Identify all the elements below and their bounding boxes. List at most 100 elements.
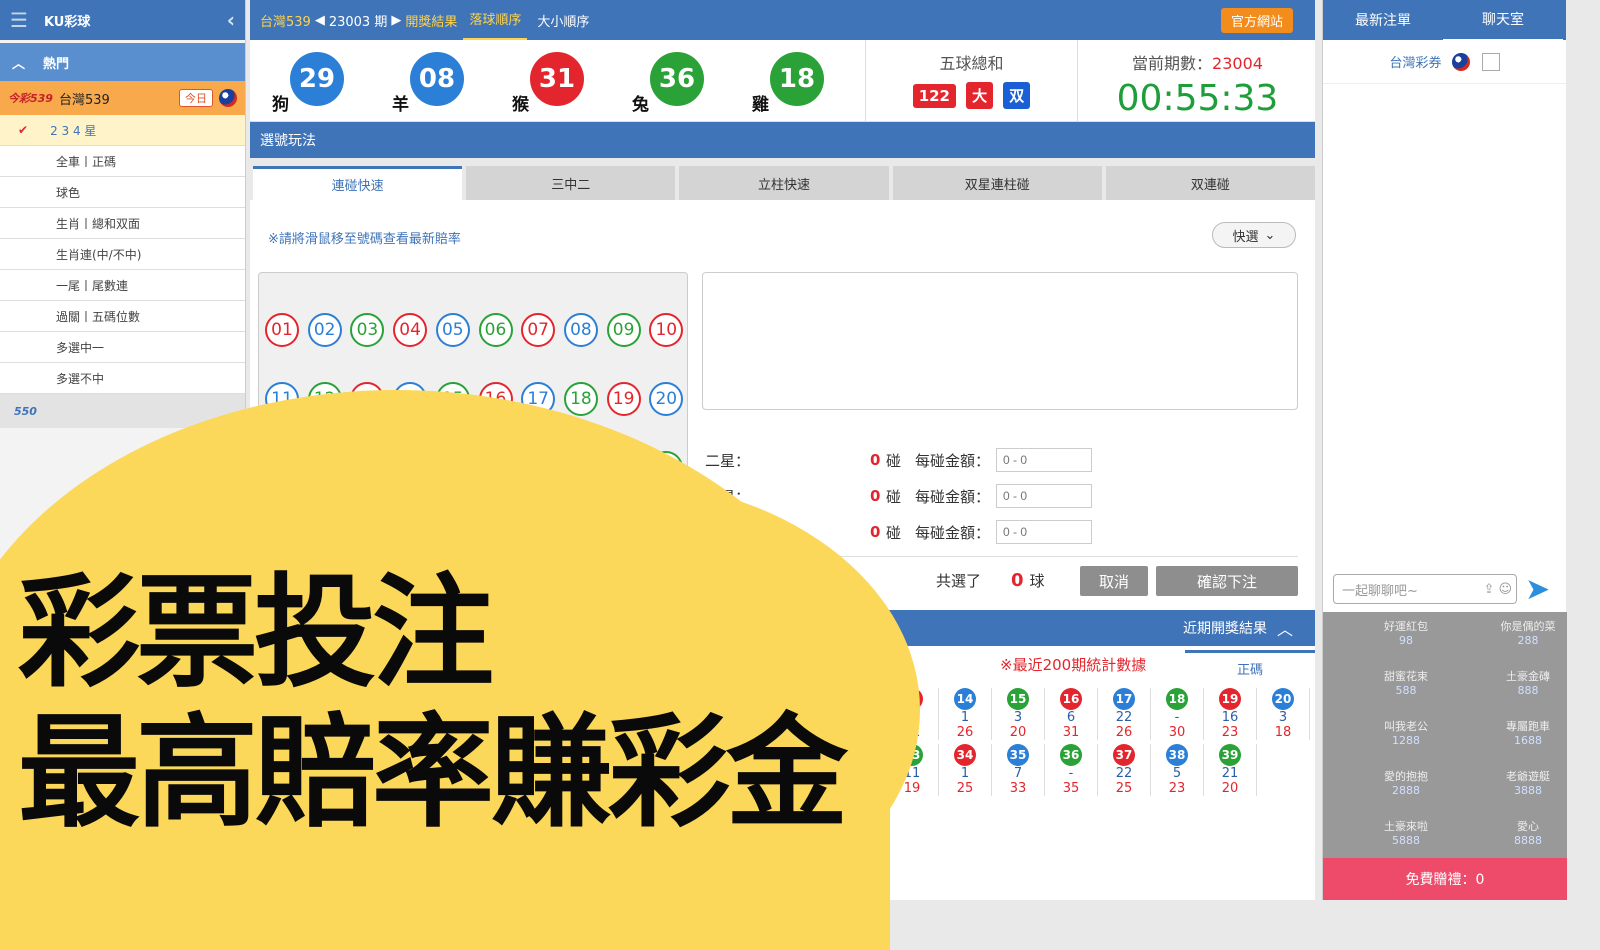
tab-chat-room[interactable]: 聊天室 bbox=[1443, 0, 1563, 42]
number-ball[interactable]: 04 bbox=[393, 313, 428, 347]
official-site-button[interactable]: 官方網站 bbox=[1220, 7, 1293, 33]
latest-results: 29 狗 08 羊 31 猴 36 兔 18 雞 五球總和 122 大 双 當前期數：23004 … bbox=[250, 40, 1315, 122]
stats-row: 331119341253573336-3537222538523392120 bbox=[886, 744, 1310, 796]
sidebar-item[interactable]: ✔ 2 3 4 星 bbox=[0, 115, 245, 146]
play-tab[interactable]: 双星連柱碰 bbox=[892, 166, 1102, 200]
stat-ball: 38 bbox=[1166, 744, 1188, 766]
gift-item[interactable]: 叫我老公 1288 bbox=[1327, 718, 1445, 766]
share-icon[interactable]: ⇪ bbox=[1484, 582, 1495, 597]
next-period-icon[interactable]: ▶ bbox=[391, 13, 401, 28]
sidebar-item[interactable]: 多選中一 bbox=[0, 332, 245, 363]
gift-item[interactable]: 老爺遊艇 3888 bbox=[1449, 768, 1567, 816]
tab-size-order[interactable]: 大小順序 bbox=[537, 11, 589, 30]
play-tab[interactable]: 双連碰 bbox=[1105, 166, 1316, 200]
sidebar-lottery-539[interactable]: 今彩539 台灣539 今日 bbox=[0, 81, 245, 115]
tab-latest-bets[interactable]: 最新注單 bbox=[1323, 10, 1443, 30]
play-tab[interactable]: 立柱快速 bbox=[679, 166, 889, 200]
result-ball: 18 bbox=[770, 52, 824, 106]
free-gift-bar[interactable]: 免費贈禮：0 bbox=[1323, 858, 1567, 900]
bet-count: 0 bbox=[870, 451, 881, 469]
chevron-up-icon: ︿ bbox=[1276, 620, 1293, 639]
gift-item[interactable]: 專屬跑車 1688 bbox=[1449, 718, 1567, 766]
gift-price: 588 bbox=[1395, 684, 1417, 697]
sidebar-item[interactable]: 過關丨五碼位數 bbox=[0, 301, 245, 332]
play-tab[interactable]: 連碰快速 bbox=[253, 166, 463, 200]
gift-item[interactable]: 愛的抱抱 2888 bbox=[1327, 768, 1445, 816]
promo-line-2: 最高賠率賺彩金 bbox=[18, 702, 848, 844]
chat-input[interactable]: 一起聊聊吧~ ⇪ ☺ bbox=[1333, 574, 1517, 604]
gift-item[interactable]: 你是偶的菜 288 bbox=[1449, 618, 1567, 666]
gift-name: 你是偶的菜 bbox=[1500, 620, 1556, 633]
number-ball[interactable]: 02 bbox=[307, 313, 342, 347]
stat-miss: 26 bbox=[956, 725, 974, 740]
gift-name: 土豪金磚 bbox=[1506, 670, 1550, 683]
selected-count: 0 bbox=[1011, 570, 1024, 591]
number-ball[interactable]: 09 bbox=[606, 313, 641, 347]
collapse-icon[interactable]: ‹ bbox=[227, 8, 235, 32]
check-icon: ✔ bbox=[18, 123, 29, 137]
cancel-button[interactable]: 取消 bbox=[1080, 566, 1148, 596]
gift-price: 1288 bbox=[1392, 734, 1420, 747]
results-link[interactable]: 開獎結果 bbox=[405, 11, 457, 30]
play-tabs: 連碰快速 三中二 立柱快速 双星連柱碰 双連碰 bbox=[253, 166, 1316, 200]
send-icon[interactable]: ➤ bbox=[1525, 572, 1550, 607]
sidebar-menu: ✔ 2 3 4 星全車丨正碼 球色 生肖丨總和双面生肖連(中/不中) 一尾丨尾數連 過關丨… bbox=[0, 115, 245, 394]
tab-main-number[interactable]: 正碼 bbox=[1185, 650, 1315, 684]
stat-ball: 17 bbox=[1113, 688, 1135, 710]
result-ball: 36 bbox=[650, 52, 704, 106]
top-bar: 台灣539 ◀ 23003 期 ▶ 開獎結果 落球順序 大小順序 官方網站 bbox=[250, 0, 1315, 41]
number-ball[interactable]: 03 bbox=[350, 313, 385, 347]
stat-ball: 34 bbox=[954, 744, 976, 766]
menu-icon[interactable]: ☰ bbox=[10, 8, 28, 32]
sidebar-item[interactable]: 球色 bbox=[0, 177, 245, 208]
number-ball[interactable]: 05 bbox=[435, 313, 470, 347]
amount-input[interactable] bbox=[996, 484, 1093, 508]
gift-price: 5888 bbox=[1392, 834, 1420, 847]
number-ball[interactable]: 10 bbox=[649, 313, 684, 347]
stats-cell: 18-30 bbox=[1151, 688, 1204, 740]
stat-miss: 31 bbox=[1062, 725, 1080, 740]
selected-label: 共選了 bbox=[936, 572, 982, 590]
amount-input[interactable] bbox=[996, 520, 1093, 544]
number-ball[interactable]: 19 bbox=[606, 382, 641, 416]
stat-miss: 35 bbox=[1062, 781, 1080, 796]
stat-miss: 25 bbox=[1115, 781, 1133, 796]
sidebar-item[interactable]: 生肖連(中/不中) bbox=[0, 239, 245, 270]
prev-period-icon[interactable]: ◀ bbox=[315, 13, 325, 28]
tab-drop-order[interactable]: 落球順序 bbox=[463, 0, 528, 41]
stat-ball: 18 bbox=[1166, 688, 1188, 710]
sidebar-item[interactable]: 多選不中 bbox=[0, 363, 245, 394]
sidebar-item[interactable]: 全車丨正碼 bbox=[0, 146, 245, 177]
gift-panel: 好運紅包 98 你是偶的菜 288 甜蜜花束 588 土豪金磚 888 叫我老公 1288 專屬跑車… bbox=[1323, 612, 1567, 900]
number-ball[interactable]: 01 bbox=[265, 313, 299, 347]
stat-miss: 25 bbox=[956, 781, 974, 796]
section-title: 選號玩法 bbox=[250, 122, 1315, 158]
gift-price: 288 bbox=[1517, 634, 1539, 647]
sidebar-item[interactable]: 生肖丨總和双面 bbox=[0, 208, 245, 239]
taiwan-flag-icon bbox=[1451, 52, 1470, 71]
number-ball[interactable]: 20 bbox=[649, 382, 684, 416]
emoji-icon[interactable]: ☺ bbox=[1498, 582, 1512, 597]
sidebar-item-label: 生肖連(中/不中) bbox=[56, 247, 142, 262]
stats-row: 1383114126153201663117222618-30191623203… bbox=[886, 688, 1310, 740]
gift-item[interactable]: 好運紅包 98 bbox=[1327, 618, 1445, 666]
hot-section-toggle[interactable]: ︿ 熱門 bbox=[0, 43, 245, 81]
number-ball[interactable]: 07 bbox=[521, 313, 556, 347]
gift-name: 甜蜜花束 bbox=[1384, 670, 1428, 683]
countdown-box: 當前期數：23004 00:55:33 bbox=[1080, 40, 1315, 119]
selection-textarea[interactable] bbox=[702, 272, 1298, 410]
number-ball[interactable]: 18 bbox=[563, 382, 598, 416]
sum-label: 五球總和 bbox=[939, 54, 1004, 73]
number-ball[interactable]: 06 bbox=[478, 313, 513, 347]
zodiac-label: 羊 bbox=[392, 95, 409, 115]
gift-name: 專屬跑車 bbox=[1506, 720, 1550, 733]
number-ball[interactable]: 08 bbox=[563, 313, 598, 347]
gift-item[interactable]: 甜蜜花束 588 bbox=[1327, 668, 1445, 716]
confirm-bet-button[interactable]: 確認下注 bbox=[1156, 566, 1298, 596]
amount-input[interactable] bbox=[996, 448, 1093, 472]
sidebar-item[interactable]: 一尾丨尾數連 bbox=[0, 270, 245, 301]
gift-item[interactable]: 土豪金磚 888 bbox=[1449, 668, 1567, 716]
play-tab[interactable]: 三中二 bbox=[466, 166, 676, 200]
quick-select-dropdown[interactable]: 快選 ⌄ bbox=[1212, 222, 1296, 248]
stat-hits: 6 bbox=[1066, 710, 1076, 725]
